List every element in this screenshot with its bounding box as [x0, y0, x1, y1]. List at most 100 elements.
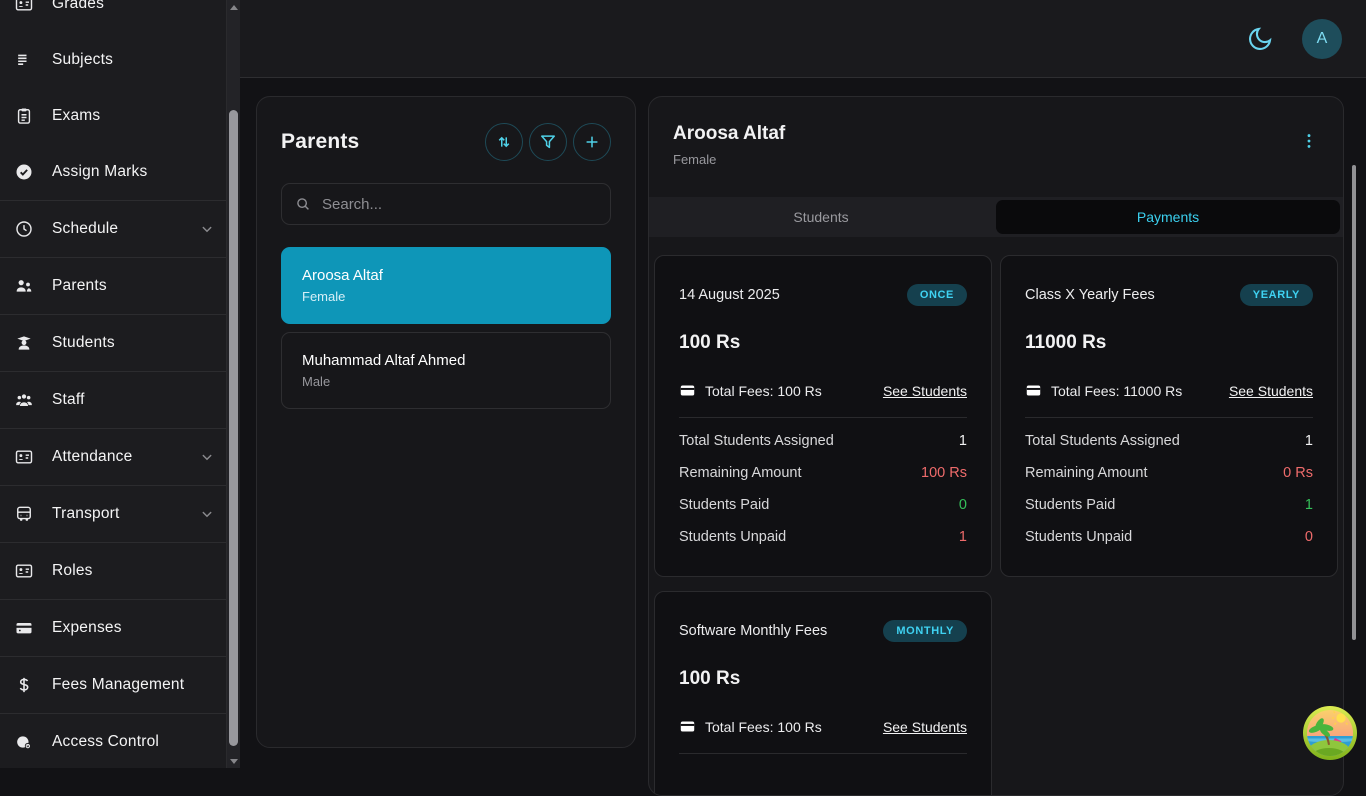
- sidebar-item-label: Schedule: [52, 220, 180, 238]
- parent-list-item[interactable]: Muhammad Altaf Ahmed Male: [281, 332, 611, 409]
- total-fees: Total Fees: 11000 Rs: [1025, 382, 1182, 399]
- plus-icon: [582, 132, 602, 152]
- parent-detail-panel: Aroosa Altaf Female Students Payments 14…: [648, 96, 1344, 796]
- fee-amount: 11000 Rs: [1025, 332, 1313, 354]
- fee-card-once: 14 August 2025 ONCE 100 Rs Total Fees: 1…: [654, 255, 992, 577]
- bus-icon: [14, 504, 34, 524]
- parent-gender: Male: [302, 374, 590, 389]
- fee-title: Class X Yearly Fees: [1025, 287, 1155, 303]
- stat-row: Students Paid 1: [1025, 495, 1313, 514]
- sidebar-item-attendance[interactable]: Attendance: [0, 428, 226, 485]
- chevron-down-icon: [198, 220, 216, 238]
- fee-amount: 100 Rs: [679, 668, 967, 690]
- filter-button[interactable]: [529, 123, 567, 161]
- sidebar-item-label: Attendance: [52, 448, 180, 466]
- sidebar-item-exams[interactable]: Exams: [0, 88, 226, 144]
- sidebar-item-assign-marks[interactable]: Assign Marks: [0, 144, 226, 200]
- topbar: A: [240, 0, 1366, 78]
- list-lines-icon: [14, 50, 34, 70]
- sidebar-item-transport[interactable]: Transport: [0, 485, 226, 542]
- check-circle-icon: [14, 162, 34, 182]
- id-card-icon: [14, 561, 34, 581]
- kebab-menu-icon[interactable]: [1295, 127, 1323, 155]
- credit-card-icon: [1025, 382, 1042, 399]
- divider: [1025, 417, 1313, 418]
- sidebar-item-label: Exams: [52, 107, 216, 125]
- sidebar-scrollbar-thumb[interactable]: [229, 110, 238, 746]
- stat-value: 1: [959, 529, 967, 545]
- island-logo-badge[interactable]: [1302, 705, 1358, 761]
- see-students-link[interactable]: See Students: [883, 719, 967, 735]
- parent-list-item-selected[interactable]: Aroosa Altaf Female: [281, 247, 611, 324]
- parent-list: Aroosa Altaf Female Muhammad Altaf Ahmed…: [281, 247, 611, 409]
- detail-tabs: Students Payments: [649, 197, 1343, 237]
- stat-row: Students Paid 0: [679, 495, 967, 514]
- sidebar-item-label: Subjects: [52, 51, 216, 69]
- chevron-down-icon: [198, 505, 216, 523]
- stat-row: Students Unpaid 1: [679, 527, 967, 546]
- parents-panel: Parents Aroosa Altaf Female Muhammad Alt…: [256, 96, 636, 748]
- stat-value: 100 Rs: [921, 465, 967, 481]
- credit-card-icon: [14, 618, 34, 638]
- sidebar-item-expenses[interactable]: Expenses: [0, 599, 226, 656]
- sort-arrows-icon: [494, 132, 514, 152]
- scroll-up-arrow-icon[interactable]: [227, 0, 240, 14]
- payments-grid: 14 August 2025 ONCE 100 Rs Total Fees: 1…: [649, 237, 1343, 796]
- frequency-badge: ONCE: [907, 284, 967, 306]
- divider: [679, 417, 967, 418]
- see-students-link[interactable]: See Students: [1229, 383, 1313, 399]
- sidebar-item-schedule[interactable]: Schedule: [0, 200, 226, 257]
- sidebar-item-label: Parents: [52, 277, 216, 295]
- sidebar-item-label: Assign Marks: [52, 163, 216, 181]
- sidebar-scrollbar[interactable]: [226, 0, 240, 768]
- sort-button[interactable]: [485, 123, 523, 161]
- people-group-icon: [14, 390, 34, 410]
- sidebar-item-subjects[interactable]: Subjects: [0, 32, 226, 88]
- filter-funnel-icon: [538, 132, 558, 152]
- parents-icon: [14, 276, 34, 296]
- sidebar-item-parents[interactable]: Parents: [0, 257, 226, 314]
- sidebar-item-grades[interactable]: Grades: [0, 0, 226, 32]
- frequency-badge: MONTHLY: [883, 620, 967, 642]
- stat-row: Remaining Amount 0 Rs: [1025, 463, 1313, 482]
- stat-row: Total Students Assigned 1: [1025, 431, 1313, 450]
- sidebar-item-fees-management[interactable]: Fees Management: [0, 656, 226, 713]
- sidebar-item-access-control[interactable]: Access Control: [0, 713, 226, 768]
- detail-gender: Female: [673, 152, 1319, 167]
- add-parent-button[interactable]: [573, 123, 611, 161]
- stat-value: 1: [959, 433, 967, 449]
- detail-scrollbar-thumb[interactable]: [1352, 165, 1356, 640]
- fee-amount: 100 Rs: [679, 332, 967, 354]
- total-fees: Total Fees: 100 Rs: [679, 718, 822, 735]
- stat-row: Total Students Assigned 1: [679, 431, 967, 450]
- avatar-initial: A: [1317, 30, 1328, 48]
- sidebar-item-students[interactable]: Students: [0, 314, 226, 371]
- stat-value: 1: [1305, 433, 1313, 449]
- sidebar-item-staff[interactable]: Staff: [0, 371, 226, 428]
- page-title: Parents: [281, 130, 479, 154]
- scroll-down-arrow-icon[interactable]: [227, 754, 240, 768]
- stat-value: 1: [1305, 497, 1313, 513]
- dollar-icon: [14, 675, 34, 695]
- sidebar-item-roles[interactable]: Roles: [0, 542, 226, 599]
- see-students-link[interactable]: See Students: [883, 383, 967, 399]
- tab-students[interactable]: Students: [649, 197, 993, 237]
- frequency-badge: YEARLY: [1240, 284, 1313, 306]
- tropical-island-icon: [1302, 705, 1358, 761]
- sidebar-item-label: Staff: [52, 391, 216, 409]
- fee-card-monthly: Software Monthly Fees MONTHLY 100 Rs Tot…: [654, 591, 992, 796]
- graduate-icon: [14, 333, 34, 353]
- search-icon: [294, 195, 312, 213]
- search-input[interactable]: [322, 196, 598, 213]
- theme-toggle-moon-icon[interactable]: [1246, 25, 1274, 53]
- sidebar: Grades Subjects Exams Assign Marks Sched: [0, 0, 240, 768]
- parent-name: Muhammad Altaf Ahmed: [302, 352, 590, 369]
- sidebar-item-label: Students: [52, 334, 216, 352]
- detail-header: Aroosa Altaf Female: [649, 97, 1343, 197]
- sidebar-item-label: Roles: [52, 562, 216, 580]
- detail-name: Aroosa Altaf: [673, 123, 1319, 145]
- sidebar-item-label: Access Control: [52, 733, 216, 751]
- parent-name: Aroosa Altaf: [302, 267, 590, 284]
- tab-payments[interactable]: Payments: [996, 200, 1340, 234]
- user-avatar[interactable]: A: [1302, 19, 1342, 59]
